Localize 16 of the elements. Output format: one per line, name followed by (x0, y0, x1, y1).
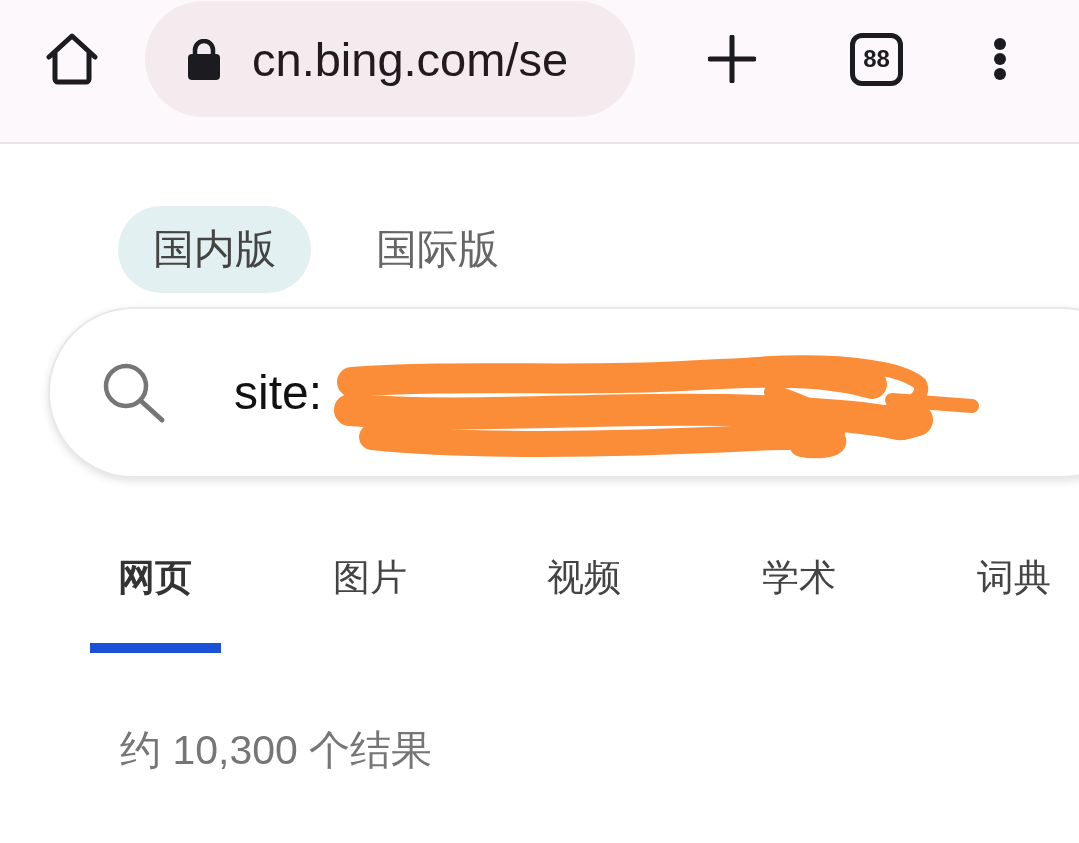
home-icon[interactable] (45, 33, 99, 85)
edition-tab[interactable]: 国际版 (341, 206, 534, 293)
search-field[interactable]: site: (48, 307, 1079, 478)
nav-tab[interactable]: 词典 (948, 536, 1079, 653)
result-count: 约 10,300 个结果 (120, 726, 433, 774)
menu-icon[interactable] (993, 37, 1007, 81)
nav-tab[interactable]: 视频 (519, 536, 650, 653)
nav-tab[interactable]: 学术 (733, 536, 865, 653)
edition-tab[interactable]: 国内版 (118, 206, 311, 293)
lock-icon (187, 38, 221, 80)
search-icon (102, 361, 166, 424)
nav-tab[interactable]: 网页 (90, 536, 221, 653)
nav-tab[interactable]: 图片 (304, 536, 436, 653)
address-bar[interactable]: cn.bing.com/se (145, 1, 635, 117)
tab-count-button[interactable]: 88 (850, 32, 903, 86)
plus-icon[interactable] (708, 35, 756, 83)
